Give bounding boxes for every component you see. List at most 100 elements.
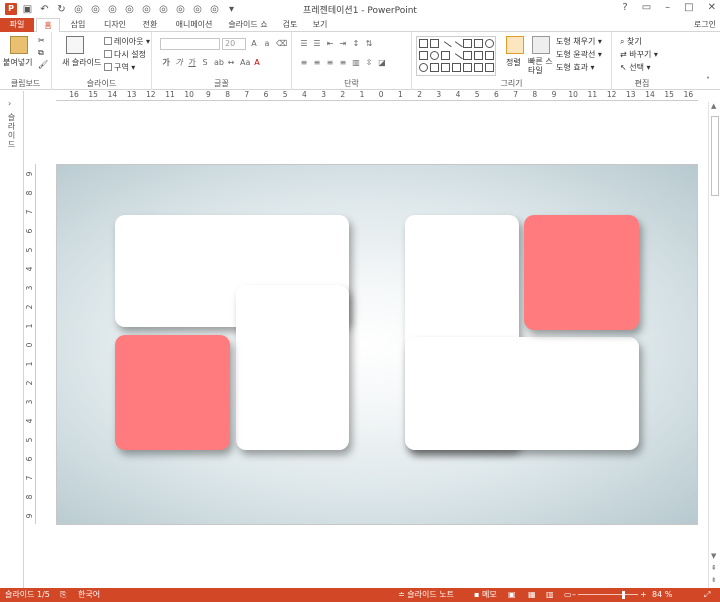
columns-icon[interactable]: ▥ <box>352 59 360 67</box>
new-slide-button[interactable]: 새 슬라이드 <box>62 57 101 68</box>
shadow-icon[interactable]: S <box>201 59 209 67</box>
tab-animations[interactable]: 애니메이션 <box>170 18 218 32</box>
shape-textbox-icon[interactable] <box>430 39 439 48</box>
shape-star-icon[interactable] <box>474 63 483 72</box>
reading-view-icon[interactable]: ▥ <box>546 588 554 602</box>
tab-review[interactable]: 검토 <box>278 18 302 32</box>
tab-view[interactable]: 보기 <box>308 18 332 32</box>
arrange-button[interactable]: 정렬 <box>506 57 521 68</box>
reset-button[interactable]: 다시 설정 <box>104 49 146 60</box>
quick-styles-button[interactable]: 빠른 스타일 <box>528 57 554 75</box>
vertical-ruler[interactable]: 9 8 7 6 5 4 3 2 1 0 1 2 3 4 5 6 7 8 9 <box>25 164 36 524</box>
help-icon[interactable]: ? <box>622 2 627 13</box>
clear-format-icon[interactable]: ⌫ <box>276 40 287 48</box>
ribbon-display-icon[interactable]: ▭ <box>642 2 651 13</box>
grow-font-icon[interactable]: A <box>250 40 258 48</box>
close-icon[interactable]: ✕ <box>708 2 716 13</box>
smartart-icon[interactable]: ◪ <box>378 59 386 67</box>
pink-rounded-square-left[interactable] <box>115 335 230 450</box>
replace-button[interactable]: ⇄ 바꾸기 ▾ <box>620 49 658 60</box>
shape-effects-button[interactable]: 도형 효과 ▾ <box>556 62 595 73</box>
normal-view-icon[interactable]: ▣ <box>508 588 516 602</box>
font-size-combo[interactable]: 20 <box>222 38 246 50</box>
zoom-level[interactable]: 84 % <box>652 588 672 602</box>
shape-rect-icon[interactable] <box>474 39 483 48</box>
find-button[interactable]: ⌕ 찾기 <box>620 36 642 47</box>
numbering-icon[interactable]: ☰ <box>313 40 321 48</box>
copy-icon[interactable]: ⧉ <box>38 48 44 58</box>
shape-arrow-icon[interactable] <box>474 51 483 60</box>
slide-sorter-icon[interactable]: ▦ <box>528 588 536 602</box>
tab-transitions[interactable]: 전환 <box>138 18 162 32</box>
section-button[interactable]: 구역 ▾ <box>104 62 135 73</box>
white-rounded-rect-bottom-bar[interactable] <box>405 337 639 450</box>
char-spacing-icon[interactable]: ↔ <box>227 59 235 67</box>
decrease-indent-icon[interactable]: ⇤ <box>326 40 334 48</box>
align-text-icon[interactable]: ⇳ <box>365 59 373 67</box>
shape-brace-icon[interactable] <box>463 63 472 72</box>
spellcheck-icon[interactable]: ⎘ <box>60 588 66 602</box>
language-label[interactable]: 한국어 <box>78 588 100 602</box>
shapes-gallery[interactable] <box>416 36 496 76</box>
pink-rounded-square-right[interactable] <box>524 215 639 330</box>
collapse-ribbon-icon[interactable]: ˄ <box>706 76 710 85</box>
quick-styles-icon[interactable] <box>532 36 550 54</box>
paste-button[interactable]: 붙여넣기 <box>3 57 32 68</box>
slideshow-view-icon[interactable]: ▭ <box>564 588 572 602</box>
tab-home[interactable]: 홈 <box>36 18 60 33</box>
zoom-slider-track[interactable] <box>578 594 638 595</box>
shape-more-icon[interactable] <box>485 63 494 72</box>
line-spacing-icon[interactable]: ↕ <box>352 40 360 48</box>
italic-icon[interactable]: 가 <box>175 59 183 67</box>
font-name-combo[interactable] <box>160 38 220 50</box>
align-left-icon[interactable]: ≡ <box>300 59 308 67</box>
layout-button[interactable]: 레이아웃 ▾ <box>104 36 150 47</box>
font-color-icon[interactable]: A <box>253 59 261 67</box>
notes-button[interactable]: ≐ 슬라이드 노트 <box>398 588 454 602</box>
shape-textbox-icon[interactable] <box>419 39 428 48</box>
slide[interactable] <box>56 164 698 525</box>
shape-oval-icon[interactable] <box>485 39 494 48</box>
underline-icon[interactable]: 가 <box>188 59 196 67</box>
maximize-icon[interactable]: □ <box>684 2 693 13</box>
zoom-slider-thumb[interactable] <box>622 591 625 599</box>
select-button[interactable]: ↖ 선택 ▾ <box>620 62 651 73</box>
bullets-icon[interactable]: ☰ <box>300 40 308 48</box>
tab-insert[interactable]: 삽입 <box>64 18 92 32</box>
shape-outline-button[interactable]: 도형 윤곽선 ▾ <box>556 49 602 60</box>
align-center-icon[interactable]: ≡ <box>313 59 321 67</box>
expand-pane-icon[interactable]: › <box>8 99 11 108</box>
fit-to-window-icon[interactable]: ⤢ <box>704 588 710 602</box>
scroll-up-icon[interactable]: ▲ <box>711 102 716 110</box>
shape-arrow-icon[interactable] <box>485 51 494 60</box>
tab-slideshow[interactable]: 슬라이드 쇼 <box>226 18 270 32</box>
scroll-down-icons[interactable]: ▼ ⇞ ⇟ <box>711 550 717 586</box>
align-right-icon[interactable]: ≡ <box>326 59 334 67</box>
tab-design[interactable]: 디자인 <box>98 18 132 32</box>
zoom-in-icon[interactable]: + <box>640 588 647 602</box>
shape-line-icon[interactable] <box>450 41 463 54</box>
text-direction-icon[interactable]: ⇅ <box>365 40 373 48</box>
white-rounded-rect-bottom-right[interactable] <box>236 285 349 450</box>
shape-block-icon[interactable] <box>463 51 472 60</box>
arrange-icon[interactable] <box>506 36 524 54</box>
thumbnail-pane-collapsed[interactable]: › 슬라이드 <box>0 91 24 588</box>
shape-rect-icon[interactable] <box>463 39 472 48</box>
vertical-scrollbar[interactable]: ▲ ▼ ⇞ ⇟ <box>708 102 720 588</box>
minimize-icon[interactable]: – <box>665 2 670 13</box>
format-painter-icon[interactable]: 🖌 <box>38 60 48 69</box>
cut-icon[interactable]: ✂ <box>38 36 45 45</box>
new-slide-icon[interactable] <box>66 36 84 54</box>
bold-icon[interactable]: 가 <box>162 59 170 67</box>
comments-button[interactable]: ▪ 메모 <box>474 588 497 602</box>
sign-in-link[interactable]: 로그인 <box>694 18 716 32</box>
shape-rect-icon[interactable] <box>419 51 428 60</box>
zoom-out-icon[interactable]: – <box>572 588 576 602</box>
paste-icon[interactable] <box>10 36 28 54</box>
scrollbar-thumb[interactable] <box>711 116 719 196</box>
tab-file[interactable]: 파일 <box>0 18 34 32</box>
shape-curve-icon[interactable] <box>430 63 439 72</box>
shape-oval-icon[interactable] <box>430 51 439 60</box>
strikethrough-icon[interactable]: ab <box>214 59 224 67</box>
shrink-font-icon[interactable]: a <box>263 40 271 48</box>
